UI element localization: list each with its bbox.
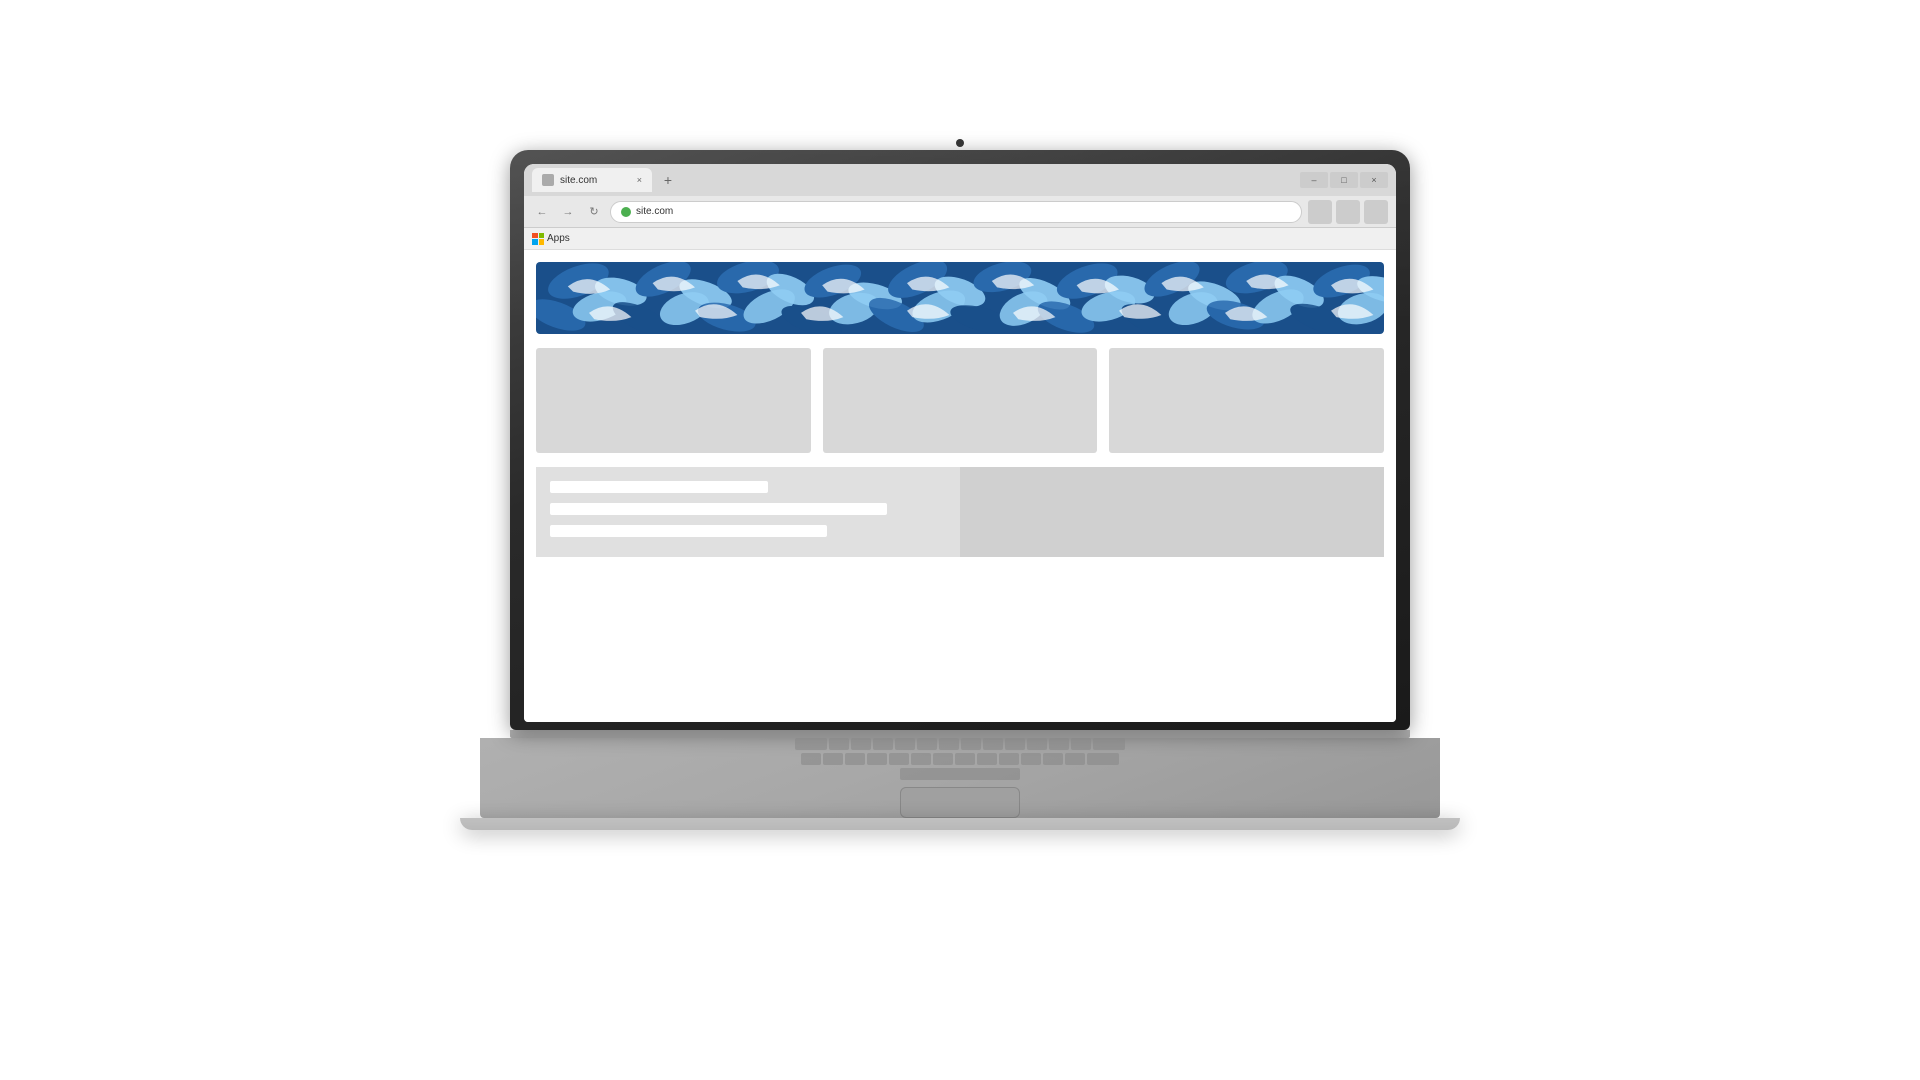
laptop-screen-outer: site.com × + – □ × ← →	[510, 150, 1410, 730]
bookmarks-bar: Apps	[524, 228, 1396, 250]
site-favicon	[621, 207, 631, 217]
key	[1005, 738, 1025, 750]
key	[1071, 738, 1091, 750]
key	[823, 753, 843, 765]
key	[867, 753, 887, 765]
ext-icon-2[interactable]	[1336, 200, 1360, 224]
browser-tab-bar: site.com × + – □ ×	[524, 164, 1396, 196]
key	[1093, 738, 1125, 750]
keyboard-row-2	[801, 753, 1119, 765]
forward-button[interactable]: →	[558, 202, 578, 222]
key	[889, 753, 909, 765]
tab-favicon	[542, 174, 554, 186]
tab-label: site.com	[560, 175, 597, 186]
keyboard-row-3	[900, 768, 1020, 780]
tab-close-button[interactable]: ×	[637, 175, 642, 185]
key	[1027, 738, 1047, 750]
wave-pattern-svg	[536, 262, 1384, 334]
extension-icons	[1308, 200, 1388, 224]
address-bar[interactable]: site.com	[610, 201, 1302, 223]
key	[917, 738, 937, 750]
camera-dot	[956, 139, 964, 147]
key	[961, 738, 981, 750]
content-left	[536, 467, 960, 557]
browser-tab[interactable]: site.com ×	[532, 168, 652, 192]
key	[895, 738, 915, 750]
key	[829, 738, 849, 750]
key	[911, 753, 931, 765]
key	[999, 753, 1019, 765]
key	[1065, 753, 1085, 765]
content-line-1	[550, 481, 768, 493]
browser-toolbar: ← → ↻ site.com	[524, 196, 1396, 228]
content-line-3	[550, 525, 827, 537]
key	[1087, 753, 1119, 765]
browser-chrome: site.com × + – □ × ← →	[524, 164, 1396, 250]
ext-icon-3[interactable]	[1364, 200, 1388, 224]
apps-bookmark[interactable]: Apps	[532, 233, 570, 245]
apps-label: Apps	[547, 233, 570, 244]
content-line-2	[550, 503, 887, 515]
key	[1043, 753, 1063, 765]
key	[873, 738, 893, 750]
key	[1021, 753, 1041, 765]
laptop: site.com × + – □ × ← →	[460, 150, 1460, 930]
minimize-button[interactable]: –	[1300, 172, 1328, 188]
key	[939, 738, 959, 750]
key	[983, 738, 1003, 750]
laptop-screen-bezel: site.com × + – □ × ← →	[524, 164, 1396, 722]
content-section	[536, 467, 1384, 557]
card-3[interactable]	[1109, 348, 1384, 453]
key	[955, 753, 975, 765]
key	[1049, 738, 1069, 750]
key	[977, 753, 997, 765]
refresh-button[interactable]: ↻	[584, 202, 604, 222]
card-grid	[536, 348, 1384, 453]
card-1[interactable]	[536, 348, 811, 453]
screen-content: site.com × + – □ × ← →	[524, 164, 1396, 722]
keyboard-row-1	[795, 738, 1125, 750]
microsoft-icon	[532, 233, 544, 245]
key	[851, 738, 871, 750]
hero-banner	[536, 262, 1384, 334]
spacebar	[900, 768, 1020, 780]
keyboard-area	[480, 738, 1440, 818]
key	[801, 753, 821, 765]
laptop-bottom	[460, 818, 1460, 830]
key	[933, 753, 953, 765]
webpage-content	[524, 250, 1396, 722]
back-button[interactable]: ←	[532, 202, 552, 222]
ext-icon-1[interactable]	[1308, 200, 1332, 224]
card-2[interactable]	[823, 348, 1098, 453]
trackpad[interactable]	[900, 787, 1020, 818]
hinge	[510, 730, 1410, 738]
content-right	[960, 467, 1384, 557]
new-tab-button[interactable]: +	[656, 168, 680, 192]
key	[845, 753, 865, 765]
maximize-button[interactable]: □	[1330, 172, 1358, 188]
window-controls: – □ ×	[1300, 172, 1388, 188]
address-text: site.com	[636, 206, 673, 217]
key	[795, 738, 827, 750]
close-window-button[interactable]: ×	[1360, 172, 1388, 188]
